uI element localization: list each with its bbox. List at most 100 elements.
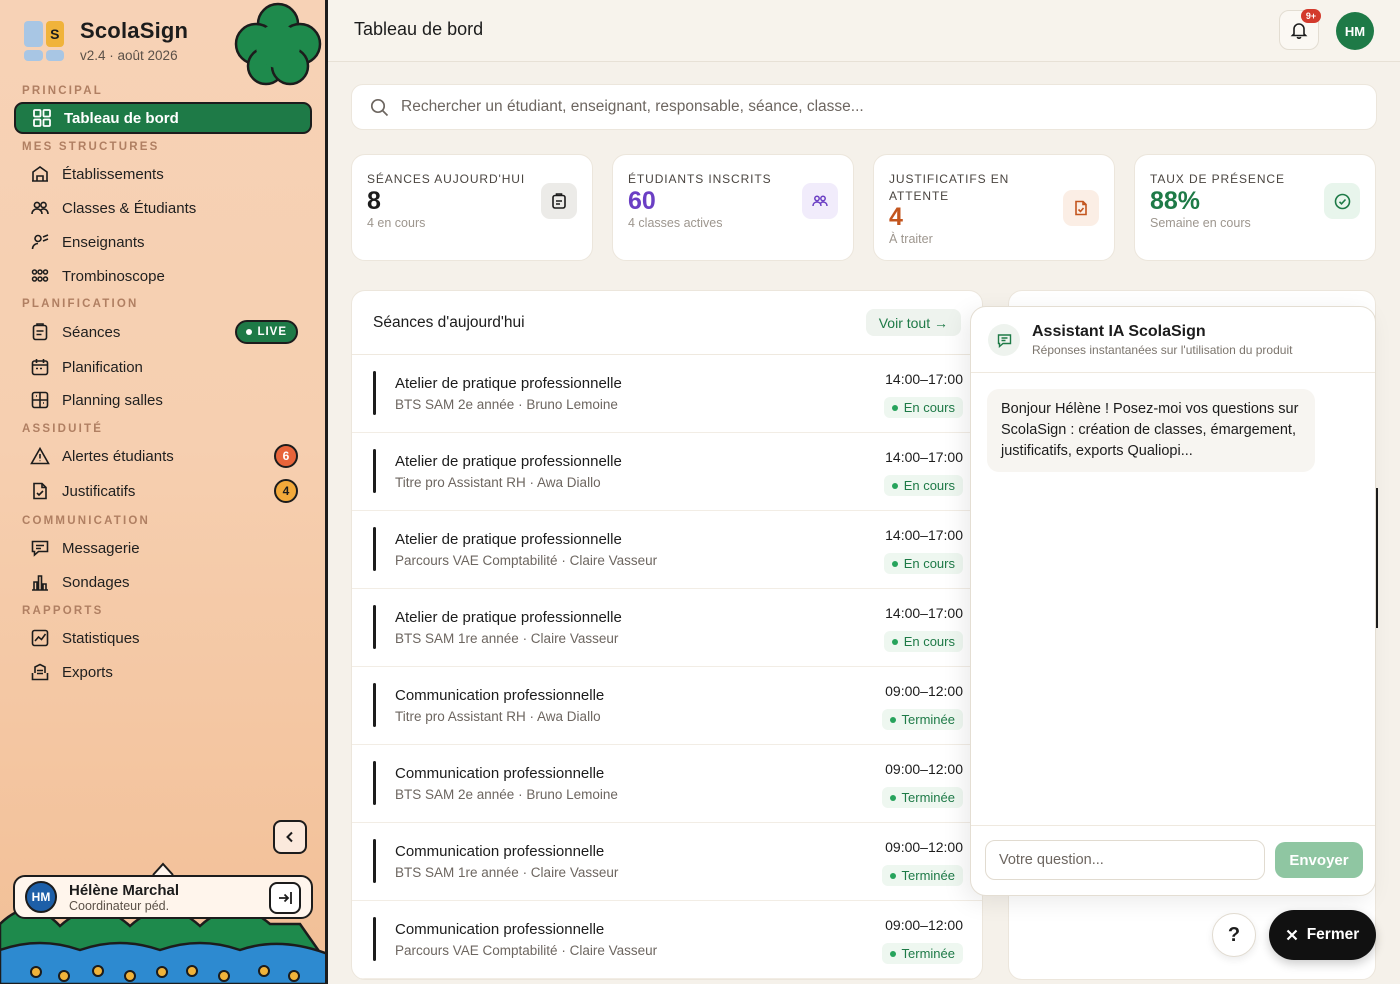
session-time: 14:00–17:00 [885, 449, 963, 465]
ai-assistant-title: Assistant IA ScolaSign [1032, 323, 1206, 340]
stat-value: 8 [367, 187, 381, 215]
status-badge: Terminée [881, 943, 963, 964]
stat-card-presence[interactable]: TAUX DE PRÉSENCE 88% Semaine en cours [1134, 154, 1376, 261]
teacher-icon [30, 232, 50, 252]
stat-value: 88% [1150, 187, 1201, 215]
status-badge: Terminée [881, 787, 963, 808]
session-meta: BTS SAM 2e année · Bruno Lemoine [395, 397, 618, 412]
sidebar-item-statistiques[interactable]: Statistiques [14, 622, 312, 654]
search-icon [370, 98, 389, 116]
help-button[interactable]: ? [1212, 913, 1256, 957]
table-row[interactable]: Atelier de pratique professionnelle Parco… [352, 511, 982, 589]
document-check-icon [1063, 190, 1099, 226]
sidebar-item-messagerie[interactable]: Messagerie [14, 532, 312, 564]
sidebar-item-seances[interactable]: Séances LIVE [14, 316, 312, 348]
sidebar-item-label: Tableau de bord [64, 109, 179, 127]
send-button[interactable]: Envoyer [1275, 842, 1363, 878]
sidebar-item-trombinoscope[interactable]: Trombinoscope [14, 260, 312, 292]
status-badge: En cours [883, 397, 963, 418]
stat-card-justificatifs[interactable]: JUSTIFICATIFS EN ATTENTE 4 À traiter [873, 154, 1115, 261]
table-row[interactable]: Communication professionnelle BTS SAM 1re… [352, 823, 982, 901]
building-icon [30, 164, 50, 184]
avatar[interactable]: HM [1336, 12, 1374, 50]
logout-button[interactable] [269, 882, 301, 914]
sidebar-item-dashboard[interactable]: Tableau de bord [14, 102, 312, 134]
stat-label: SÉANCES AUJOURD'HUI [367, 172, 526, 186]
stat-value: 4 [889, 203, 903, 231]
bar-chart-icon [30, 572, 50, 592]
faces-icon [30, 266, 50, 286]
session-time: 14:00–17:00 [885, 605, 963, 621]
collapse-sidebar-button[interactable] [273, 820, 307, 854]
session-name: Atelier de pratique professionnelle [395, 375, 622, 392]
sidebar-item-exports[interactable]: Exports [14, 656, 312, 688]
status-badge: Terminée [881, 709, 963, 730]
sidebar-item-label: Enseignants [62, 233, 145, 251]
table-row[interactable]: Atelier de pratique professionnelle BTS S… [352, 355, 982, 433]
chat-icon [988, 324, 1020, 356]
session-name: Communication professionnelle [395, 687, 605, 704]
calendar-icon [30, 357, 50, 377]
sessions-title: Séances d'aujourd'hui [373, 314, 525, 331]
sidebar-item-label: Planning salles [62, 391, 163, 409]
session-indicator [373, 527, 376, 571]
session-name: Communication professionnelle [395, 765, 605, 782]
logout-icon [279, 892, 292, 904]
question-input[interactable] [985, 840, 1265, 880]
users-icon [30, 198, 50, 218]
table-row[interactable]: Communication professionnelle Parcours VA… [352, 901, 982, 979]
stat-card-seances[interactable]: SÉANCES AUJOURD'HUI 8 4 en cours [351, 154, 593, 261]
sidebar-item-label: Séances [62, 323, 121, 341]
sessions-panel: Séances d'aujourd'hui Voir tout → Atelie… [351, 290, 983, 980]
user-card[interactable]: HM Hélène Marchal Coordinateur péd. [13, 875, 313, 919]
sidebar-item-planning-salles[interactable]: Planning salles [14, 384, 312, 416]
close-label: Fermer [1306, 926, 1360, 943]
session-name: Atelier de pratique professionnelle [395, 609, 622, 626]
session-name: Atelier de pratique professionnelle [395, 531, 622, 548]
search-input[interactable] [401, 98, 1301, 116]
close-assistant-button[interactable]: Fermer [1269, 910, 1376, 960]
sidebar-item-justificatifs[interactable]: Justificatifs 4 [14, 475, 312, 507]
section-title-communication: COMMUNICATION [22, 515, 151, 527]
chevron-left-icon [286, 831, 293, 843]
user-name: Hélène Marchal [69, 881, 180, 899]
ai-input-bar: Envoyer [971, 825, 1375, 895]
session-meta: BTS SAM 2e année · Bruno Lemoine [395, 787, 618, 802]
status-badge: En cours [883, 475, 963, 496]
sidebar-item-enseignants[interactable]: Enseignants [14, 226, 312, 258]
brand-version: v2.4 · août 2026 [80, 48, 178, 63]
section-title-principal: PRINCIPAL [22, 85, 103, 97]
session-indicator [373, 761, 376, 805]
section-title-assiduite: ASSIDUITÉ [22, 423, 104, 435]
page-title: Tableau de bord [354, 19, 484, 39]
sessions-header: Séances d'aujourd'hui Voir tout → [352, 291, 982, 355]
stat-value: 60 [628, 187, 656, 215]
stat-sub: À traiter [889, 232, 933, 246]
line-chart-icon [30, 628, 50, 648]
user-role: Coordinateur péd. [69, 898, 170, 913]
table-row[interactable]: Atelier de pratique professionnelle Titre… [352, 433, 982, 511]
logo-icon: S [24, 20, 64, 61]
scrollbar[interactable] [1376, 488, 1378, 628]
sidebar-item-etablissements[interactable]: Établissements [14, 158, 312, 190]
session-indicator [373, 839, 376, 883]
session-meta: Titre pro Assistant RH · Awa Diallo [395, 475, 601, 490]
table-row[interactable]: Atelier de pratique professionnelle BTS S… [352, 589, 982, 667]
table-row[interactable]: Communication professionnelle BTS SAM 2e … [352, 745, 982, 823]
table-row[interactable]: Communication professionnelle Titre pro A… [352, 667, 982, 745]
sidebar-item-label: Sondages [62, 573, 130, 591]
see-all-button[interactable]: Voir tout → [865, 309, 961, 336]
dashboard-icon [32, 108, 52, 128]
avatar: HM [25, 881, 57, 913]
stat-label: TAUX DE PRÉSENCE [1150, 172, 1285, 186]
stat-card-etudiants[interactable]: ÉTUDIANTS INSCRITS 60 4 classes actives [612, 154, 854, 261]
sidebar: S ScolaSign v2.4 · août 2026 PRINCIPAL T… [0, 0, 328, 984]
sidebar-item-alertes[interactable]: Alertes étudiants 6 [14, 440, 312, 472]
sidebar-item-classes[interactable]: Classes & Étudiants [14, 192, 312, 224]
sidebar-item-sondages[interactable]: Sondages [14, 566, 312, 598]
sidebar-item-planification[interactable]: Planification [14, 351, 312, 383]
session-indicator [373, 449, 376, 493]
clipboard-icon [30, 322, 50, 342]
section-title-planification: PLANIFICATION [22, 298, 139, 310]
bell-icon [1290, 23, 1308, 39]
